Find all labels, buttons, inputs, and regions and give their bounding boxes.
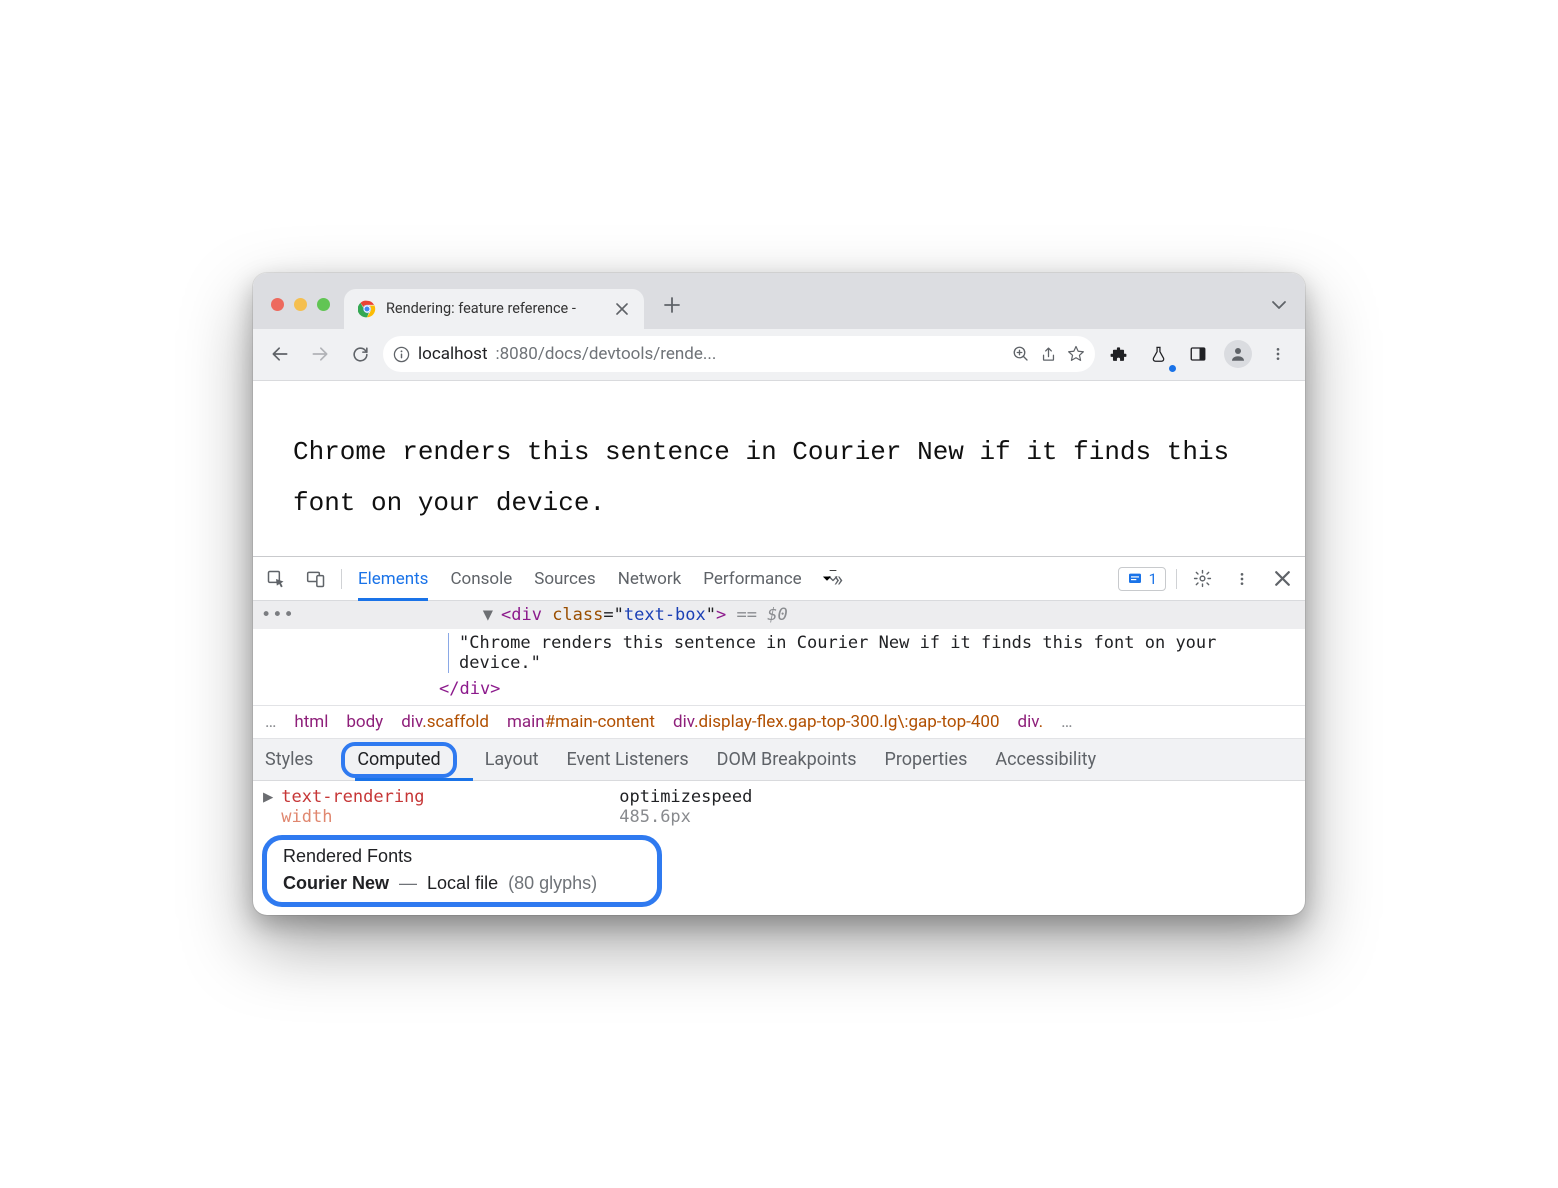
computed-row[interactable]: ▶ text-rendering optimizespeed: [263, 787, 1295, 807]
caret-right-icon[interactable]: ▶: [263, 787, 273, 807]
devtools-tab-network[interactable]: Network: [618, 557, 682, 601]
separator: [341, 569, 342, 589]
rendered-font-glyphs: (80 glyphs): [508, 873, 597, 894]
browser-toolbar: localhost :8080/docs/devtools/rende...: [253, 329, 1305, 381]
subtab-event-listeners[interactable]: Event Listeners: [567, 739, 689, 781]
devtools-toolbar: Elements Console Sources Network Perform…: [253, 557, 1305, 601]
computed-prop-value: 485.6px: [619, 807, 691, 827]
breadcrumb: … html body div.scaffold main#main-conte…: [253, 705, 1305, 739]
devtools-tab-console[interactable]: Console: [450, 557, 512, 601]
browser-tab[interactable]: Rendering: feature reference -: [344, 289, 644, 329]
forward-button[interactable]: [303, 337, 337, 371]
dash: —: [399, 873, 417, 894]
minimize-window-button[interactable]: [294, 298, 307, 311]
close-window-button[interactable]: [271, 298, 284, 311]
bookmark-icon[interactable]: [1067, 345, 1085, 363]
zoom-icon[interactable]: [1012, 345, 1030, 363]
close-tab-button[interactable]: [614, 301, 630, 317]
tab-title: Rendering: feature reference -: [386, 300, 604, 317]
caret-down-icon[interactable]: ▼: [483, 605, 493, 625]
tabs-dropdown-button[interactable]: [1271, 297, 1287, 313]
subtab-accessibility[interactable]: Accessibility: [995, 739, 1096, 781]
tab-strip: Rendering: feature reference -: [253, 273, 1305, 329]
devtools-settings-button[interactable]: [1187, 564, 1217, 594]
elements-text-row[interactable]: "Chrome renders this sentence in Courier…: [253, 629, 1305, 677]
subtab-computed[interactable]: Computed: [357, 739, 440, 781]
reload-button[interactable]: [343, 337, 377, 371]
url-path: :8080/docs/devtools/rende...: [496, 344, 717, 364]
breadcrumb-item[interactable]: body: [346, 712, 383, 732]
ellipsis-icon: •••: [261, 605, 295, 625]
url-host: localhost: [418, 344, 488, 364]
page-text: Chrome renders this sentence in Courier …: [293, 427, 1265, 528]
element-tag: div: [511, 605, 542, 625]
devtools-tab-elements[interactable]: Elements: [358, 557, 428, 601]
devtools-tab-performance[interactable]: Performance: [703, 557, 801, 601]
rendered-font-name: Courier New: [283, 873, 389, 894]
element-text-content: "Chrome renders this sentence in Courier…: [459, 633, 1295, 673]
subtab-dom-breakpoints[interactable]: DOM Breakpoints: [717, 739, 857, 781]
issues-count: 1: [1149, 570, 1157, 588]
browser-window: Rendering: feature reference - localhost…: [253, 273, 1305, 915]
inspect-button[interactable]: [261, 564, 291, 594]
address-bar[interactable]: localhost :8080/docs/devtools/rende...: [383, 336, 1095, 372]
issues-button[interactable]: 1: [1118, 567, 1166, 591]
breadcrumb-item[interactable]: div.display-flex.gap-top-300.lg\:gap-top…: [673, 712, 1000, 732]
rendered-font-row: Courier New — Local file (80 glyphs): [283, 873, 641, 894]
computed-row[interactable]: ▶ width 485.6px: [263, 807, 1295, 827]
subtab-styles[interactable]: Styles: [265, 739, 313, 781]
subtab-properties[interactable]: Properties: [885, 739, 968, 781]
elements-row-selected[interactable]: ••• ▼ <div class="text-box"> == $0: [253, 601, 1305, 629]
computed-properties: ▶ text-rendering optimizespeed ▶ width 4…: [253, 781, 1305, 915]
computed-prop-name: width: [281, 807, 611, 827]
maximize-window-button[interactable]: [317, 298, 330, 311]
computed-prop-value: optimizespeed: [619, 787, 752, 807]
subtab-computed-highlight: Computed: [341, 742, 456, 778]
breadcrumb-item[interactable]: main#main-content: [507, 712, 655, 732]
labs-indicator-dot: [1169, 365, 1176, 372]
breadcrumb-overflow-left[interactable]: …: [265, 712, 276, 732]
device-toggle-button[interactable]: [301, 564, 331, 594]
chrome-menu-button[interactable]: [1261, 337, 1295, 371]
element-close-tag: </div>: [439, 679, 500, 699]
devtools-menu-button[interactable]: [1227, 564, 1257, 594]
sidepanel-button[interactable]: [1181, 337, 1215, 371]
page-viewport: Chrome renders this sentence in Courier …: [253, 381, 1305, 556]
computed-prop-name: text-rendering: [281, 787, 611, 807]
devtools-close-button[interactable]: [1267, 564, 1297, 594]
back-button[interactable]: [263, 337, 297, 371]
chrome-icon: [358, 300, 376, 318]
profile-button[interactable]: [1221, 337, 1255, 371]
element-attr-value: text-box: [624, 605, 706, 625]
extensions-button[interactable]: [1101, 337, 1135, 371]
breadcrumb-item[interactable]: html: [294, 712, 328, 732]
avatar-icon: [1224, 340, 1252, 368]
devtools-panel: Elements Console Sources Network Perform…: [253, 556, 1305, 915]
labs-button[interactable]: [1141, 337, 1175, 371]
element-attr-name: class: [552, 605, 603, 625]
breadcrumb-item[interactable]: div.: [1018, 712, 1044, 732]
rendered-font-source: Local file: [427, 873, 498, 894]
devtools-more-tabs-button[interactable]: »: [824, 557, 843, 601]
breadcrumb-overflow-right[interactable]: …: [1061, 712, 1072, 732]
selected-marker: == $0: [737, 605, 788, 625]
site-info-icon[interactable]: [393, 346, 410, 363]
subpanel-tabs: Styles Computed Layout Event Listeners D…: [253, 739, 1305, 781]
separator: [1176, 569, 1177, 589]
devtools-tabs: Elements Console Sources Network Perform…: [358, 557, 1108, 601]
rendered-fonts-section: Rendered Fonts Courier New — Local file …: [262, 835, 662, 907]
rendered-fonts-title: Rendered Fonts: [283, 846, 641, 867]
new-tab-button[interactable]: [658, 291, 686, 319]
elements-close-row[interactable]: </div>: [253, 677, 1305, 705]
share-icon[interactable]: [1040, 346, 1057, 363]
devtools-tab-sources[interactable]: Sources: [534, 557, 595, 601]
breadcrumb-item[interactable]: div.scaffold: [401, 712, 489, 732]
subtab-layout[interactable]: Layout: [485, 739, 539, 781]
window-controls: [271, 298, 330, 311]
